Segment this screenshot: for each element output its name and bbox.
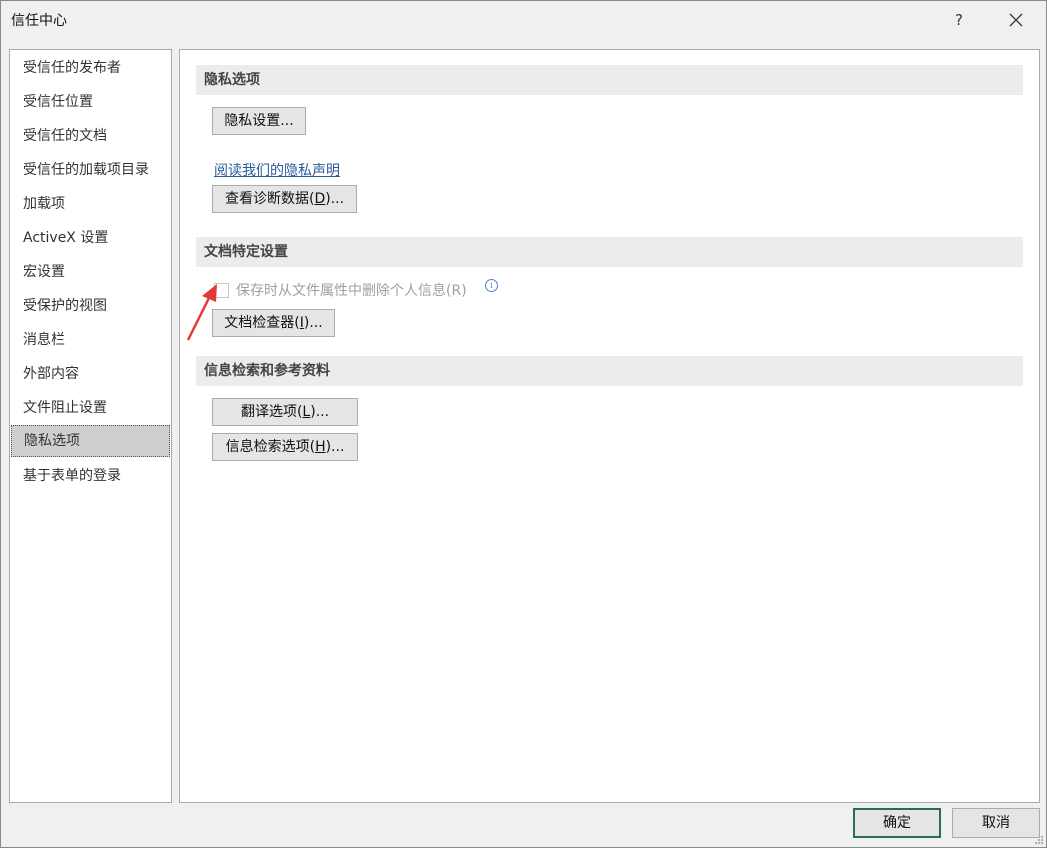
- inspector-label-post: )...: [303, 315, 323, 331]
- research-options-button[interactable]: 信息检索选项(H)...: [212, 433, 358, 461]
- sidebar-item-message-bar[interactable]: 消息栏: [10, 324, 171, 356]
- privacy-settings-button[interactable]: 隐私设置...: [212, 107, 306, 135]
- trust-center-dialog: 信任中心 ? 受信任的发布者 受信任位置 受信任的文档 受信任的加载项目录 加载…: [0, 0, 1047, 848]
- sidebar-item-trusted-addin-catalogs[interactable]: 受信任的加载项目录: [10, 154, 171, 186]
- translate-label-pre: 翻译选项(: [240, 404, 303, 420]
- ok-button[interactable]: 确定: [853, 808, 941, 838]
- sidebar-nav: 受信任的发布者 受信任位置 受信任的文档 受信任的加载项目录 加载项 Activ…: [9, 49, 172, 803]
- diag-accelerator: D: [314, 191, 326, 207]
- remove-personal-info-label: 保存时从文件属性中删除个人信息(R): [236, 283, 467, 299]
- dialog-title: 信任中心: [11, 13, 67, 29]
- sidebar-item-privacy-options[interactable]: 隐私选项: [11, 425, 170, 457]
- research-section-header: 信息检索和参考资料: [196, 356, 1023, 386]
- sidebar-item-protected-view[interactable]: 受保护的视图: [10, 290, 171, 322]
- translate-label-post: )...: [310, 404, 330, 420]
- main-panel: 隐私选项 隐私设置... 阅读我们的隐私声明 查看诊断数据(D)... 文档特定…: [179, 49, 1040, 803]
- diag-label-pre: 查看诊断数据(: [224, 191, 315, 207]
- sidebar-item-form-based-signin[interactable]: 基于表单的登录: [10, 460, 171, 492]
- inspector-label-pre: 文档检查器(: [224, 315, 300, 331]
- sidebar-item-activex-settings[interactable]: ActiveX 设置: [10, 222, 171, 254]
- view-diagnostic-data-button[interactable]: 查看诊断数据(D)...: [212, 185, 357, 213]
- sidebar-item-trusted-publishers[interactable]: 受信任的发布者: [10, 52, 171, 84]
- close-icon: [1009, 13, 1023, 27]
- sidebar-item-trusted-documents[interactable]: 受信任的文档: [10, 120, 171, 152]
- cancel-button[interactable]: 取消: [952, 808, 1040, 838]
- document-inspector-button[interactable]: 文档检查器(I)...: [212, 309, 335, 337]
- sidebar-item-macro-settings[interactable]: 宏设置: [10, 256, 171, 288]
- resize-grip-icon[interactable]: [1034, 835, 1044, 845]
- research-accelerator: H: [315, 439, 326, 455]
- sidebar-item-external-content[interactable]: 外部内容: [10, 358, 171, 390]
- sidebar-item-file-block-settings[interactable]: 文件阻止设置: [10, 392, 171, 424]
- research-label-post: )...: [325, 439, 345, 455]
- diag-label-post: )...: [325, 191, 345, 207]
- help-button[interactable]: ?: [945, 7, 973, 33]
- info-icon[interactable]: i: [485, 279, 498, 292]
- sidebar-item-trusted-locations[interactable]: 受信任位置: [10, 86, 171, 118]
- privacy-section-header: 隐私选项: [196, 65, 1023, 95]
- research-label-pre: 信息检索选项(: [225, 439, 316, 455]
- sidebar-item-addins[interactable]: 加载项: [10, 188, 171, 220]
- close-button[interactable]: [1002, 7, 1030, 33]
- privacy-statement-link[interactable]: 阅读我们的隐私声明: [214, 160, 340, 180]
- translation-options-button[interactable]: 翻译选项(L)...: [212, 398, 358, 426]
- document-section-header: 文档特定设置: [196, 237, 1023, 267]
